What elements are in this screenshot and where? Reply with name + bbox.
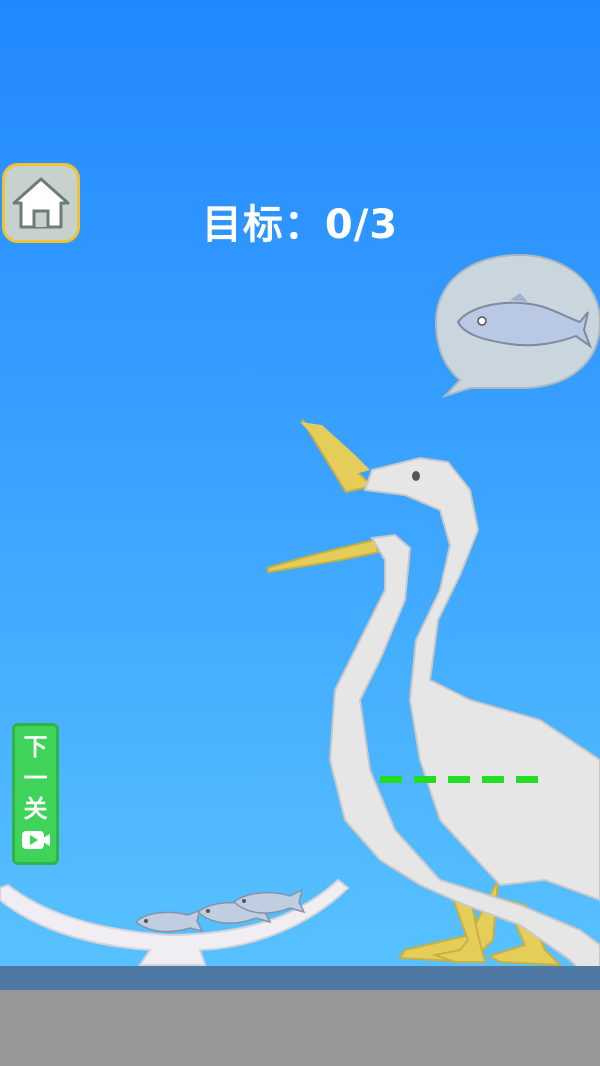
video-icon	[21, 831, 50, 849]
next-level-button[interactable]: 下一关	[12, 723, 59, 865]
scene-art	[0, 253, 600, 992]
ground	[0, 990, 600, 1066]
next-level-label: 下一关	[23, 733, 48, 823]
goal-display: 目标：0/3	[0, 192, 600, 250]
back-goose-eye	[412, 471, 420, 481]
back-goose-body	[363, 456, 600, 902]
goal-value: 0/3	[324, 202, 399, 248]
game-scene	[0, 0, 600, 1066]
ground-edge	[0, 966, 600, 990]
goal-label: 目标：	[201, 202, 325, 248]
speech-bubble	[434, 253, 600, 399]
